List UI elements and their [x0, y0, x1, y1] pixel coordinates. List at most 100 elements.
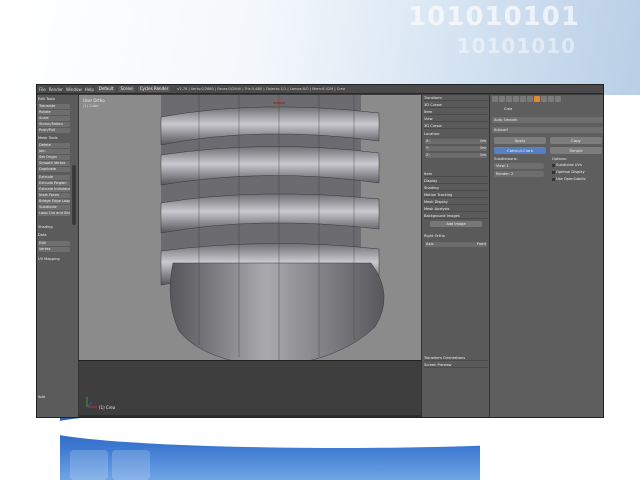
view-levels-field[interactable]: View: 1: [494, 163, 544, 169]
tool-set-origin-button[interactable]: Set Origin: [38, 155, 70, 160]
3d-viewport[interactable]: User Ortho (1) Cube: [79, 95, 421, 360]
tool-loop-cut-button[interactable]: Loop Cut and Slide: [38, 211, 70, 216]
tool-smooth-vertex-button[interactable]: Smooth Vertex: [38, 161, 70, 166]
background-view-row[interactable]: Right Ortho: [424, 233, 488, 239]
data-tab-icon[interactable]: [541, 96, 547, 102]
tool-delete-button[interactable]: Delete: [38, 143, 70, 148]
panel-mesh-analysis[interactable]: Mesh Analysis: [424, 206, 488, 212]
tool-extrude-region-button[interactable]: Extrude Region: [38, 181, 70, 186]
tool-join-button[interactable]: Join: [38, 149, 70, 154]
tool-shrink-button[interactable]: Shrink/Fatten: [38, 122, 70, 127]
active-object-label: (1) Crea: [99, 405, 116, 410]
info-header: File Render Window Help Default Scene Cy…: [37, 85, 603, 94]
viewport-header[interactable]: [79, 415, 421, 417]
footer-square-decoration: [70, 450, 108, 480]
add-section-label[interactable]: Add: [38, 395, 45, 399]
uv-mapping-label[interactable]: UV Mapping: [38, 257, 60, 261]
constraints-tab-icon[interactable]: [527, 96, 533, 102]
panel-motion-tracking[interactable]: Motion Tracking: [424, 192, 488, 198]
tool-shelf-heading: Edit Tools: [38, 97, 55, 101]
options-label: Options:: [552, 157, 568, 161]
properties-region: Transform 3D Cursor Item View 3D Cursor …: [421, 95, 489, 417]
tool-extrude-button[interactable]: Extrude: [38, 175, 70, 180]
panel-3d-cursor[interactable]: 3D Cursor: [424, 123, 488, 129]
menu-help[interactable]: Help: [85, 87, 94, 92]
tool-subdivide-button[interactable]: Subdivide: [38, 205, 70, 210]
panel-transform-orientations[interactable]: Transform Orientations: [424, 355, 488, 361]
cursor-x-value: 0m: [480, 139, 486, 143]
location-label: Location:: [424, 132, 441, 136]
blender-window: File Render Window Help Default Scene Cy…: [36, 84, 604, 418]
catmull-clark-tab[interactable]: Catmull-Clark: [494, 147, 546, 154]
add-image-button[interactable]: Add Image: [430, 221, 482, 227]
modifier-header[interactable]: Subsurf: [492, 127, 603, 133]
panel-screen-preview[interactable]: Screen Preview: [424, 362, 488, 368]
tool-rotate-button[interactable]: Rotate: [38, 110, 70, 115]
tool-scale-button[interactable]: Scale: [38, 116, 70, 121]
properties-editor: Crea Auto Smooth Subsurf Apply Copy Catm…: [489, 95, 603, 417]
optimal-display-label: Optimal Display: [556, 170, 585, 174]
menu-render[interactable]: Render: [49, 87, 63, 92]
cursor-x-field[interactable]: X: 0m: [425, 139, 487, 144]
modifiers-tab-icon[interactable]: [534, 96, 540, 102]
axis-value: Front: [476, 242, 486, 246]
scene-stats: v2.76 | Verts:0/2860 | Faces:0/2840 | Tr…: [177, 87, 346, 91]
panel-item[interactable]: Item: [424, 109, 488, 115]
cursor-y-value: 0m: [480, 146, 486, 150]
scene-tab-icon[interactable]: [506, 96, 512, 102]
scene-selector[interactable]: Scene: [118, 86, 135, 92]
tool-bridge-edge-loops-button[interactable]: Bridge Edge Loops: [38, 199, 70, 204]
data-section-label[interactable]: Data: [38, 233, 47, 237]
vertex-field[interactable]: Vertex: [38, 247, 70, 252]
optimal-display-checkbox[interactable]: Optimal Display: [552, 170, 592, 175]
cursor-z-field[interactable]: Z: 0m: [425, 153, 487, 158]
cursor-z-axis: Z:: [426, 153, 430, 157]
panel-cursor[interactable]: 3D Cursor: [424, 102, 488, 108]
texture-tab-icon[interactable]: [555, 96, 561, 102]
material-tab-icon[interactable]: [548, 96, 554, 102]
render-tab-icon[interactable]: [492, 96, 498, 102]
add-modifier-dropdown[interactable]: Auto Smooth: [492, 117, 603, 123]
panel-item-2[interactable]: Item: [424, 171, 488, 177]
apply-button[interactable]: Apply: [494, 137, 546, 144]
bulb-body: [169, 262, 385, 360]
tool-extrude-individual-button[interactable]: Extrude Individual: [38, 187, 70, 192]
axis-label: Axis: [426, 242, 434, 246]
axis-selector[interactable]: Axis Front: [425, 242, 487, 247]
tool-inset-faces-button[interactable]: Inset Faces: [38, 193, 70, 198]
edit-field[interactable]: Edit: [38, 241, 70, 246]
layout-selector[interactable]: Default: [96, 86, 116, 92]
panel-mesh-display[interactable]: Mesh Display: [424, 199, 488, 205]
panel-display[interactable]: Display: [424, 178, 488, 184]
cursor-y-field[interactable]: Y: 0m: [425, 146, 487, 151]
binary-text-line2: 10101010: [456, 34, 576, 58]
render-levels-field[interactable]: Render: 2: [494, 171, 544, 177]
copy-button[interactable]: Copy: [550, 137, 602, 144]
world-tab-icon[interactable]: [513, 96, 519, 102]
panel-background-images[interactable]: Background Images: [424, 213, 488, 219]
menu-file[interactable]: File: [39, 87, 46, 92]
tool-shelf-scrollbar[interactable]: [72, 165, 76, 225]
tool-duplicate-button[interactable]: Duplicate: [38, 167, 70, 172]
panel-transform[interactable]: Transform: [424, 95, 488, 101]
cursor-y-axis: Y:: [426, 146, 429, 150]
shading-section-label[interactable]: Shading: [38, 225, 53, 229]
cursor-z-value: 0m: [480, 153, 486, 157]
layers-tab-icon[interactable]: [499, 96, 505, 102]
object-tab-icon[interactable]: [520, 96, 526, 102]
binary-text-line1: 101010101: [408, 2, 580, 32]
slide-footer-background: [0, 408, 640, 480]
panel-view[interactable]: View: [424, 116, 488, 122]
simple-tab[interactable]: Simple: [550, 147, 602, 154]
panel-shading[interactable]: Shading: [424, 185, 488, 191]
use-opensubdiv-checkbox[interactable]: Use OpenSubdiv: [552, 177, 592, 182]
lightbulb-mesh[interactable]: [79, 95, 421, 360]
tool-translate-button[interactable]: Translate: [38, 104, 70, 109]
timeline-area[interactable]: (1) Crea: [79, 360, 421, 415]
tool-push-pull-button[interactable]: Push/Pull: [38, 128, 70, 133]
tool-shelf: Edit Tools Translate Rotate Scale Shrink…: [37, 95, 79, 417]
menu-window[interactable]: Window: [66, 87, 82, 92]
render-engine-selector[interactable]: Cycles Render: [137, 86, 171, 92]
footer-square-decoration: [112, 450, 150, 480]
subdivide-uvs-checkbox[interactable]: Subdivide UVs: [552, 163, 592, 168]
